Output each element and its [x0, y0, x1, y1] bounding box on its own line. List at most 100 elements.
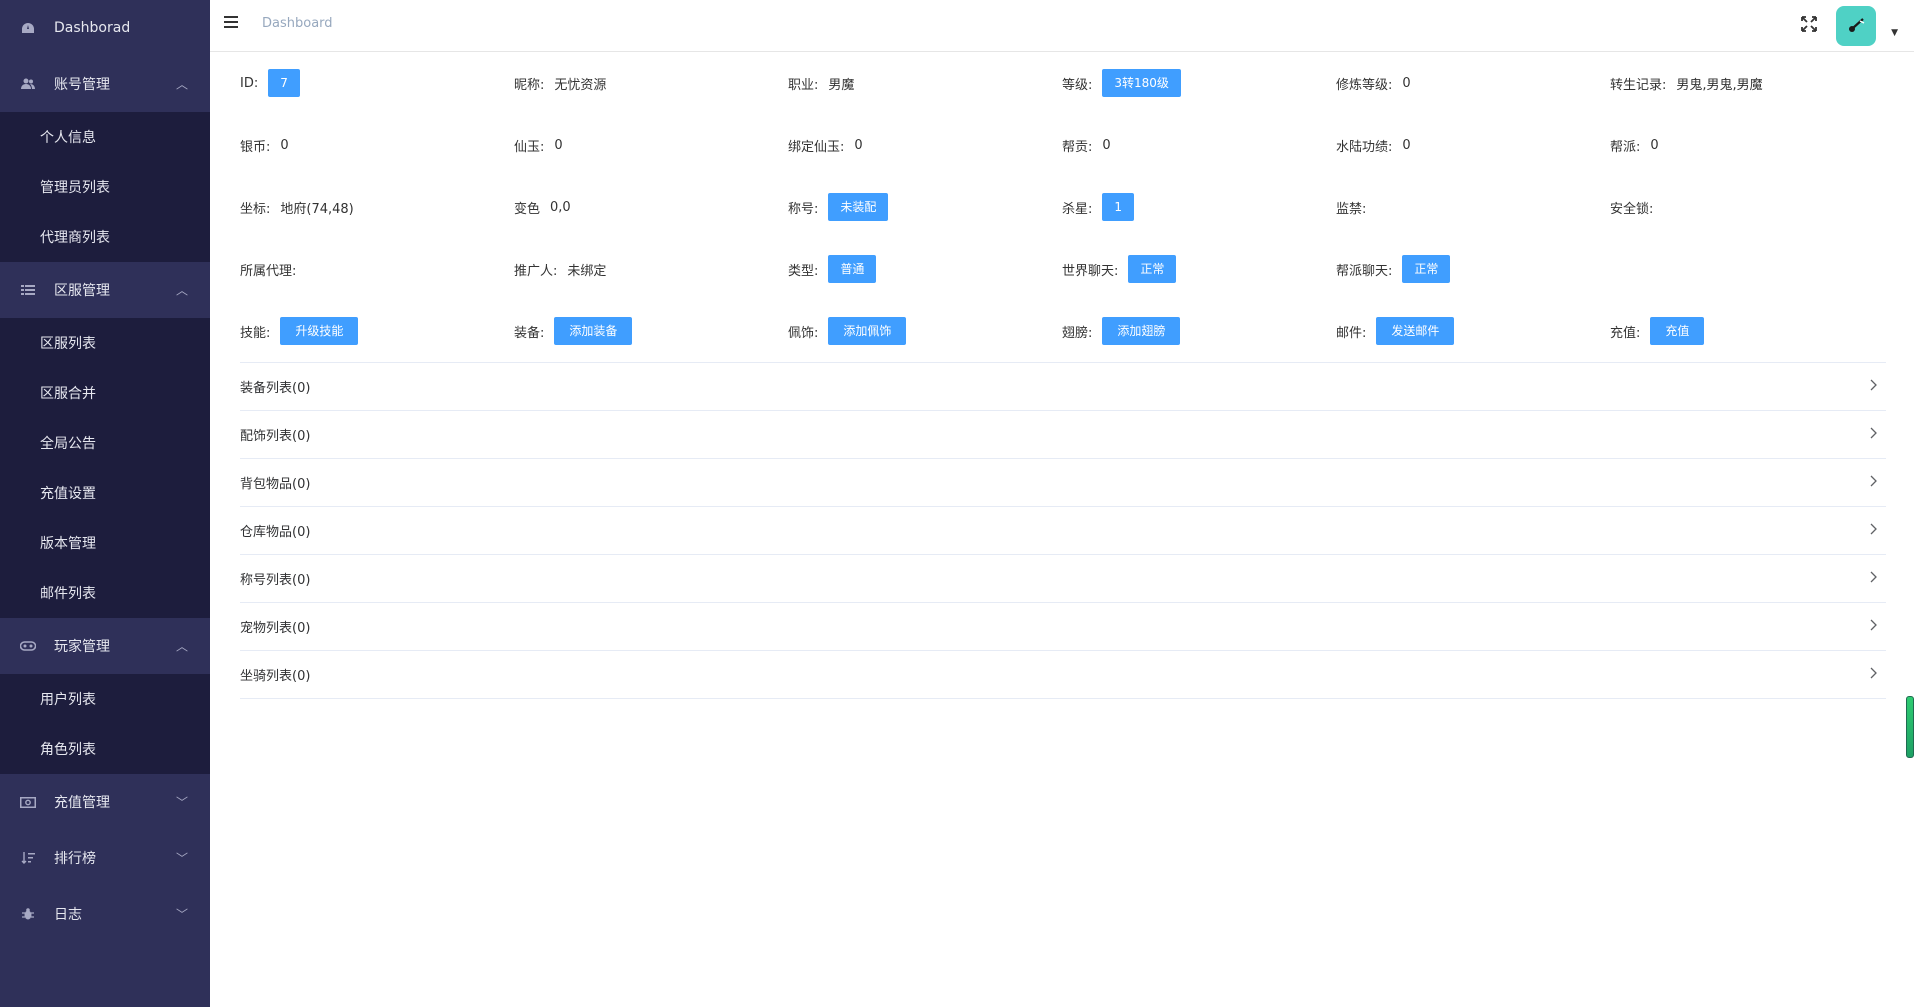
- upgrade-skill-button[interactable]: 升级技能: [280, 317, 359, 345]
- info-label: 绑定仙玉:: [788, 139, 845, 155]
- chevron-right-icon: [1870, 667, 1878, 683]
- dashboard-icon: [20, 20, 36, 36]
- add-wing-button[interactable]: 添加翅膀: [1102, 317, 1181, 345]
- info-label: 邮件:: [1336, 325, 1367, 341]
- info-ban: 监禁:: [1336, 198, 1610, 217]
- chevron-right-icon: [1870, 475, 1878, 491]
- sidebar-item-announcement[interactable]: 全局公告: [0, 418, 210, 468]
- send-mail-button[interactable]: 发送邮件: [1376, 317, 1455, 345]
- collapse-bag-items[interactable]: 背包物品(0): [240, 459, 1886, 507]
- info-job: 职业: 男魔: [788, 74, 1062, 93]
- menu-title-ranking[interactable]: 排行榜 ﹀: [0, 830, 210, 886]
- info-value: 0,0: [550, 199, 571, 215]
- collapse-equipment-list[interactable]: 装备列表(0): [240, 363, 1886, 411]
- info-value: 未绑定: [567, 263, 607, 279]
- info-label: 帮贡:: [1062, 139, 1093, 155]
- sidebar-item-profile[interactable]: 个人信息: [0, 112, 210, 162]
- guild-chat-tag: 正常: [1402, 255, 1451, 283]
- menu-group-player: 玩家管理 ︿ 用户列表 角色列表: [0, 618, 210, 774]
- sort-icon: [20, 850, 36, 866]
- info-label: 等级:: [1062, 77, 1093, 93]
- menu-title-label: 日志: [54, 907, 82, 923]
- sidebar-item-server-list[interactable]: 区服列表: [0, 318, 210, 368]
- bug-icon: [20, 906, 36, 922]
- sidebar-item-admin-list[interactable]: 管理员列表: [0, 162, 210, 212]
- info-label: 银币:: [240, 139, 271, 155]
- info-label: 昵称:: [514, 77, 545, 93]
- menu-title-label: 区服管理: [54, 283, 110, 299]
- menu-title-label: 玩家管理: [54, 639, 110, 655]
- submenu-player: 用户列表 角色列表: [0, 674, 210, 774]
- info-label: 翅膀:: [1062, 325, 1093, 341]
- info-label: 技能:: [240, 325, 271, 341]
- collapse-accessory-list[interactable]: 配饰列表(0): [240, 411, 1886, 459]
- info-label: 推广人:: [514, 263, 558, 279]
- collapse-pet-list[interactable]: 宠物列表(0): [240, 603, 1886, 651]
- scroll-indicator[interactable]: [1906, 696, 1914, 758]
- sidebar-dashboard[interactable]: Dashborad: [0, 0, 210, 56]
- menu-title-label: 账号管理: [54, 77, 110, 93]
- breadcrumb[interactable]: Dashboard: [262, 16, 333, 31]
- sidebar-item-agent-list[interactable]: 代理商列表: [0, 212, 210, 262]
- kill-tag: 1: [1102, 193, 1135, 221]
- sidebar-item-server-merge[interactable]: 区服合并: [0, 368, 210, 418]
- chevron-up-icon: ︿: [175, 639, 188, 654]
- info-label: 世界聊天:: [1062, 263, 1119, 279]
- submenu-account: 个人信息 管理员列表 代理商列表: [0, 112, 210, 262]
- info-kill: 杀星: 1: [1062, 193, 1336, 221]
- sidebar-item-version[interactable]: 版本管理: [0, 518, 210, 568]
- menu-title-log[interactable]: 日志 ﹀: [0, 886, 210, 942]
- menu-title-label: 排行榜: [54, 851, 96, 867]
- menu-title-player[interactable]: 玩家管理 ︿: [0, 618, 210, 674]
- list-icon: [20, 282, 36, 298]
- info-label: 安全锁:: [1610, 201, 1654, 217]
- info-bound-jade: 绑定仙玉: 0: [788, 136, 1062, 155]
- info-guild-chat: 帮派聊天: 正常: [1336, 255, 1610, 283]
- menu-title-recharge[interactable]: 充值管理 ﹀: [0, 774, 210, 830]
- add-equipment-button[interactable]: 添加装备: [554, 317, 633, 345]
- info-label: 变色: [514, 201, 541, 217]
- collapse-title-list[interactable]: 称号列表(0): [240, 555, 1886, 603]
- collapse-warehouse-items[interactable]: 仓库物品(0): [240, 507, 1886, 555]
- collapse-title: 仓库物品(0): [240, 525, 311, 540]
- info-guild: 帮派: 0: [1610, 136, 1884, 155]
- info-row: 所属代理: 推广人: 未绑定 类型: 普通 世界聊天: 正常 帮派聊天: 正常: [240, 238, 1886, 300]
- sidebar-item-recharge-settings[interactable]: 充值设置: [0, 468, 210, 518]
- chevron-up-icon: ︿: [175, 283, 188, 298]
- menu-title-server[interactable]: 区服管理 ︿: [0, 262, 210, 318]
- info-row: 技能: 升级技能 装备: 添加装备 佩饰: 添加佩饰 翅膀: 添加翅膀 邮件: …: [240, 300, 1886, 362]
- sidebar-item-dashboard[interactable]: Dashborad: [0, 0, 210, 56]
- info-accessory: 佩饰: 添加佩饰: [788, 317, 1062, 345]
- info-world-chat: 世界聊天: 正常: [1062, 255, 1336, 283]
- collapse-title: 称号列表(0): [240, 573, 311, 588]
- menu-group-account: 账号管理 ︿ 个人信息 管理员列表 代理商列表: [0, 56, 210, 262]
- info-label: 监禁:: [1336, 201, 1367, 217]
- chevron-right-icon: [1870, 427, 1878, 443]
- collapse-mount-list[interactable]: 坐骑列表(0): [240, 651, 1886, 699]
- menu-title-account[interactable]: 账号管理 ︿: [0, 56, 210, 112]
- menu-group-recharge: 充值管理 ﹀: [0, 774, 210, 830]
- info-label: 充值:: [1610, 325, 1641, 341]
- info-label: 修炼等级:: [1336, 77, 1393, 93]
- info-value: 0: [1402, 75, 1411, 91]
- sidebar-item-label: Dashborad: [54, 20, 131, 36]
- caret-down-icon[interactable]: ▼: [1891, 28, 1898, 38]
- sidebar-item-role-list[interactable]: 角色列表: [0, 724, 210, 774]
- avatar-image-icon: [1849, 18, 1865, 32]
- avatar[interactable]: [1836, 6, 1876, 46]
- fullscreen-icon[interactable]: [1800, 15, 1818, 33]
- info-agent: 所属代理:: [240, 260, 514, 279]
- type-tag: 普通: [828, 255, 877, 283]
- add-accessory-button[interactable]: 添加佩饰: [828, 317, 907, 345]
- sidebar-item-user-list[interactable]: 用户列表: [0, 674, 210, 724]
- info-value: 0: [280, 137, 289, 153]
- info-color: 变色 0,0: [514, 198, 788, 217]
- collapse-title: 宠物列表(0): [240, 621, 311, 636]
- info-row: 银币: 0 仙玉: 0 绑定仙玉: 0 帮贡: 0 水陆功绩: 0 帮派: 0: [240, 114, 1886, 176]
- info-label: 转生记录:: [1610, 77, 1667, 93]
- sidebar-item-mail-list[interactable]: 邮件列表: [0, 568, 210, 618]
- info-value: 无忧资源: [554, 77, 607, 93]
- hamburger-icon[interactable]: [224, 16, 238, 28]
- level-tag: 3转180级: [1102, 69, 1181, 97]
- recharge-button[interactable]: 充值: [1650, 317, 1705, 345]
